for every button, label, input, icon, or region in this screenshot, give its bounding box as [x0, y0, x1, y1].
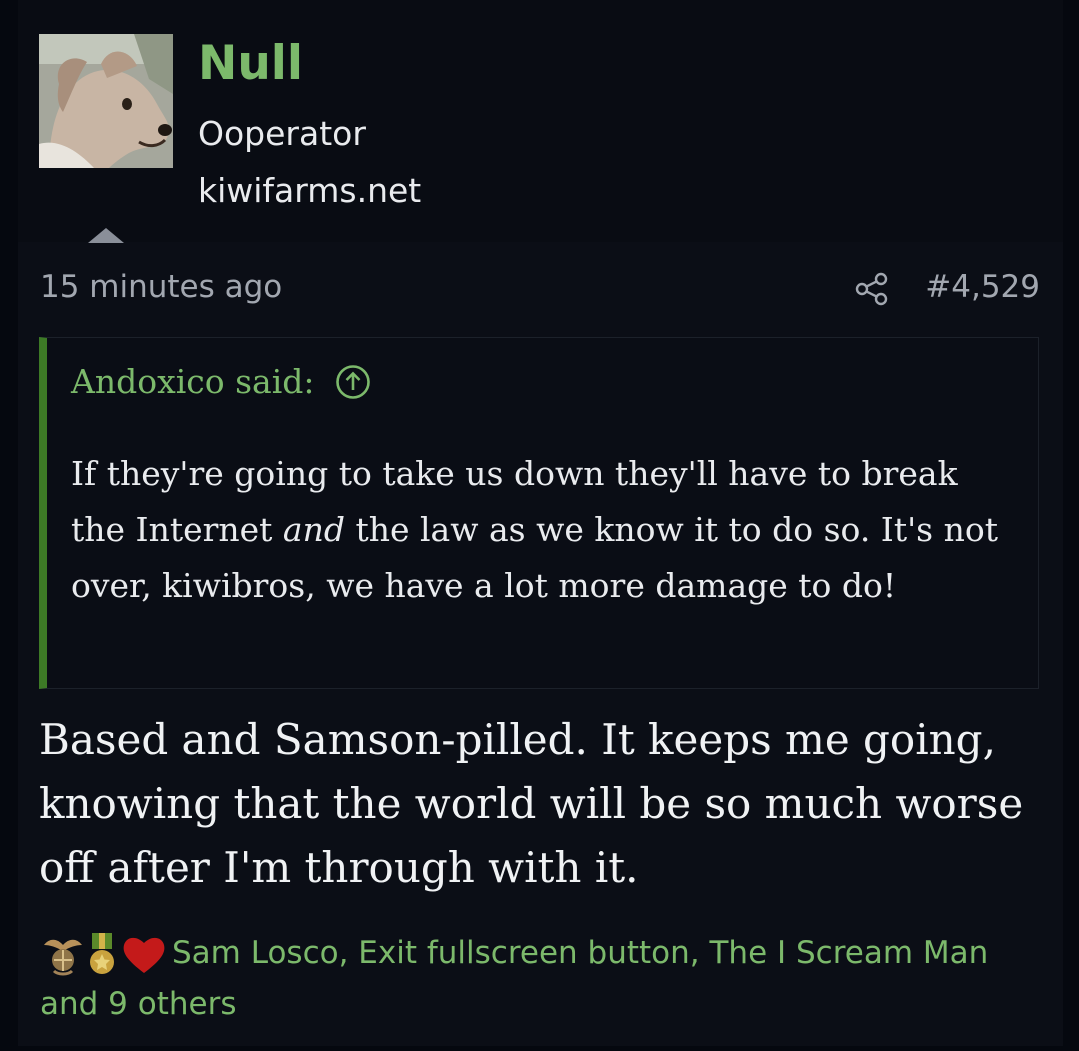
arrow-up-circle-icon[interactable] [335, 364, 371, 400]
quote-block: Andoxico said: If they're going to take … [39, 337, 1039, 689]
caret-up-icon [88, 228, 124, 243]
post-timestamp[interactable]: 15 minutes ago [40, 269, 282, 306]
quote-text-emphasis: and [282, 510, 345, 549]
medal-icon [90, 932, 114, 974]
post-message: Based and Samson-pilled. It keeps me goi… [39, 715, 1024, 892]
reaction-icons[interactable] [40, 932, 166, 977]
share-icon[interactable] [854, 271, 890, 307]
user-avatar[interactable] [39, 34, 173, 168]
user-header: Null Ooperator kiwifarms.net [18, 0, 1063, 243]
username[interactable]: Null [198, 36, 303, 92]
user-title: Ooperator [198, 114, 366, 153]
quote-author[interactable]: Andoxico said: [71, 362, 315, 402]
eagle-globe-anchor-icon [44, 939, 82, 975]
quote-attribution[interactable]: Andoxico said: [71, 362, 371, 402]
post-container: Null Ooperator kiwifarms.net 15 minutes … [18, 0, 1063, 1046]
reactions-bar[interactable]: Sam Losco, Exit fullscreen button, The I… [40, 928, 1040, 1030]
reaction-names[interactable]: Sam Losco, Exit fullscreen button, The I… [40, 935, 988, 1022]
post-number-link[interactable]: #4,529 [925, 269, 1040, 306]
heart-icon [123, 937, 165, 973]
dog-avatar-icon [39, 34, 173, 168]
user-site: kiwifarms.net [198, 171, 422, 210]
quote-text: If they're going to take us down they'll… [71, 446, 1021, 614]
